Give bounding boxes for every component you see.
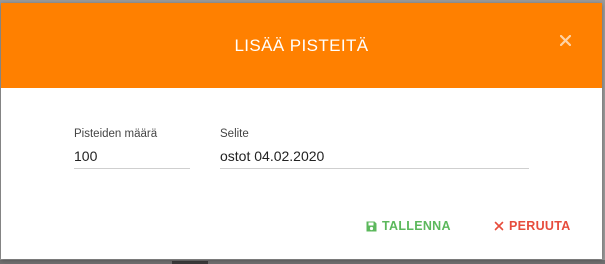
add-points-dialog: LISÄÄ PISTEITÄ Pisteiden määrä Selite xyxy=(1,3,602,259)
save-button[interactable]: TALLENNA xyxy=(366,219,451,233)
dialog-header: LISÄÄ PISTEITÄ xyxy=(1,3,602,88)
cancel-button-label: PERUUTA xyxy=(509,219,571,233)
points-field: Pisteiden määrä xyxy=(74,128,190,169)
description-label: Selite xyxy=(220,128,249,140)
page-backdrop xyxy=(0,260,605,264)
cancel-button[interactable]: PERUUTA xyxy=(494,219,571,233)
description-input[interactable] xyxy=(220,148,529,169)
description-field: Selite xyxy=(220,128,529,169)
points-label: Pisteiden määrä xyxy=(74,128,158,140)
floppy-disk-icon xyxy=(366,221,377,232)
points-input[interactable] xyxy=(74,148,190,169)
close-icon[interactable] xyxy=(556,31,574,49)
dialog-body: Pisteiden määrä Selite TALLENNA xyxy=(1,88,602,259)
dialog-title: LISÄÄ PISTEITÄ xyxy=(234,35,369,55)
save-button-label: TALLENNA xyxy=(382,219,451,233)
close-x-icon xyxy=(494,221,504,231)
